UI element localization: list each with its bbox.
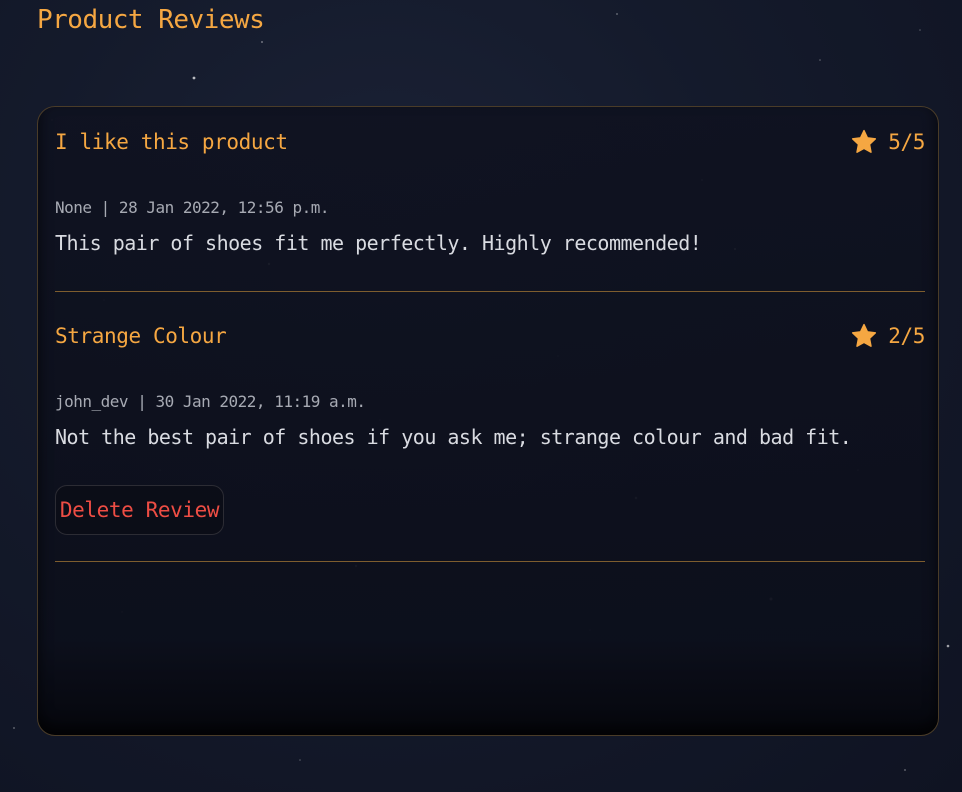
review-meta: john_dev | 30 Jan 2022, 11:19 a.m.	[55, 392, 366, 411]
page-title: Product Reviews	[37, 5, 265, 35]
review-rating: 2/5	[850, 319, 925, 353]
star-icon	[852, 323, 877, 347]
reviews-card: I like this product 5/5 None | 28 Jan 20…	[37, 106, 939, 736]
review-divider	[55, 291, 925, 292]
rating-value: 2/5	[888, 324, 925, 348]
star-icon	[852, 129, 877, 153]
review-divider	[55, 561, 925, 562]
review-meta: None | 28 Jan 2022, 12:56 p.m.	[55, 198, 329, 217]
review-rating: 5/5	[850, 125, 925, 159]
review-title: I like this product	[55, 130, 288, 154]
review-body: This pair of shoes fit me perfectly. Hig…	[55, 231, 702, 255]
review-body: Not the best pair of shoes if you ask me…	[55, 425, 852, 449]
delete-review-button[interactable]: Delete Review	[55, 485, 224, 535]
rating-value: 5/5	[888, 130, 925, 154]
review-title: Strange Colour	[55, 324, 227, 348]
